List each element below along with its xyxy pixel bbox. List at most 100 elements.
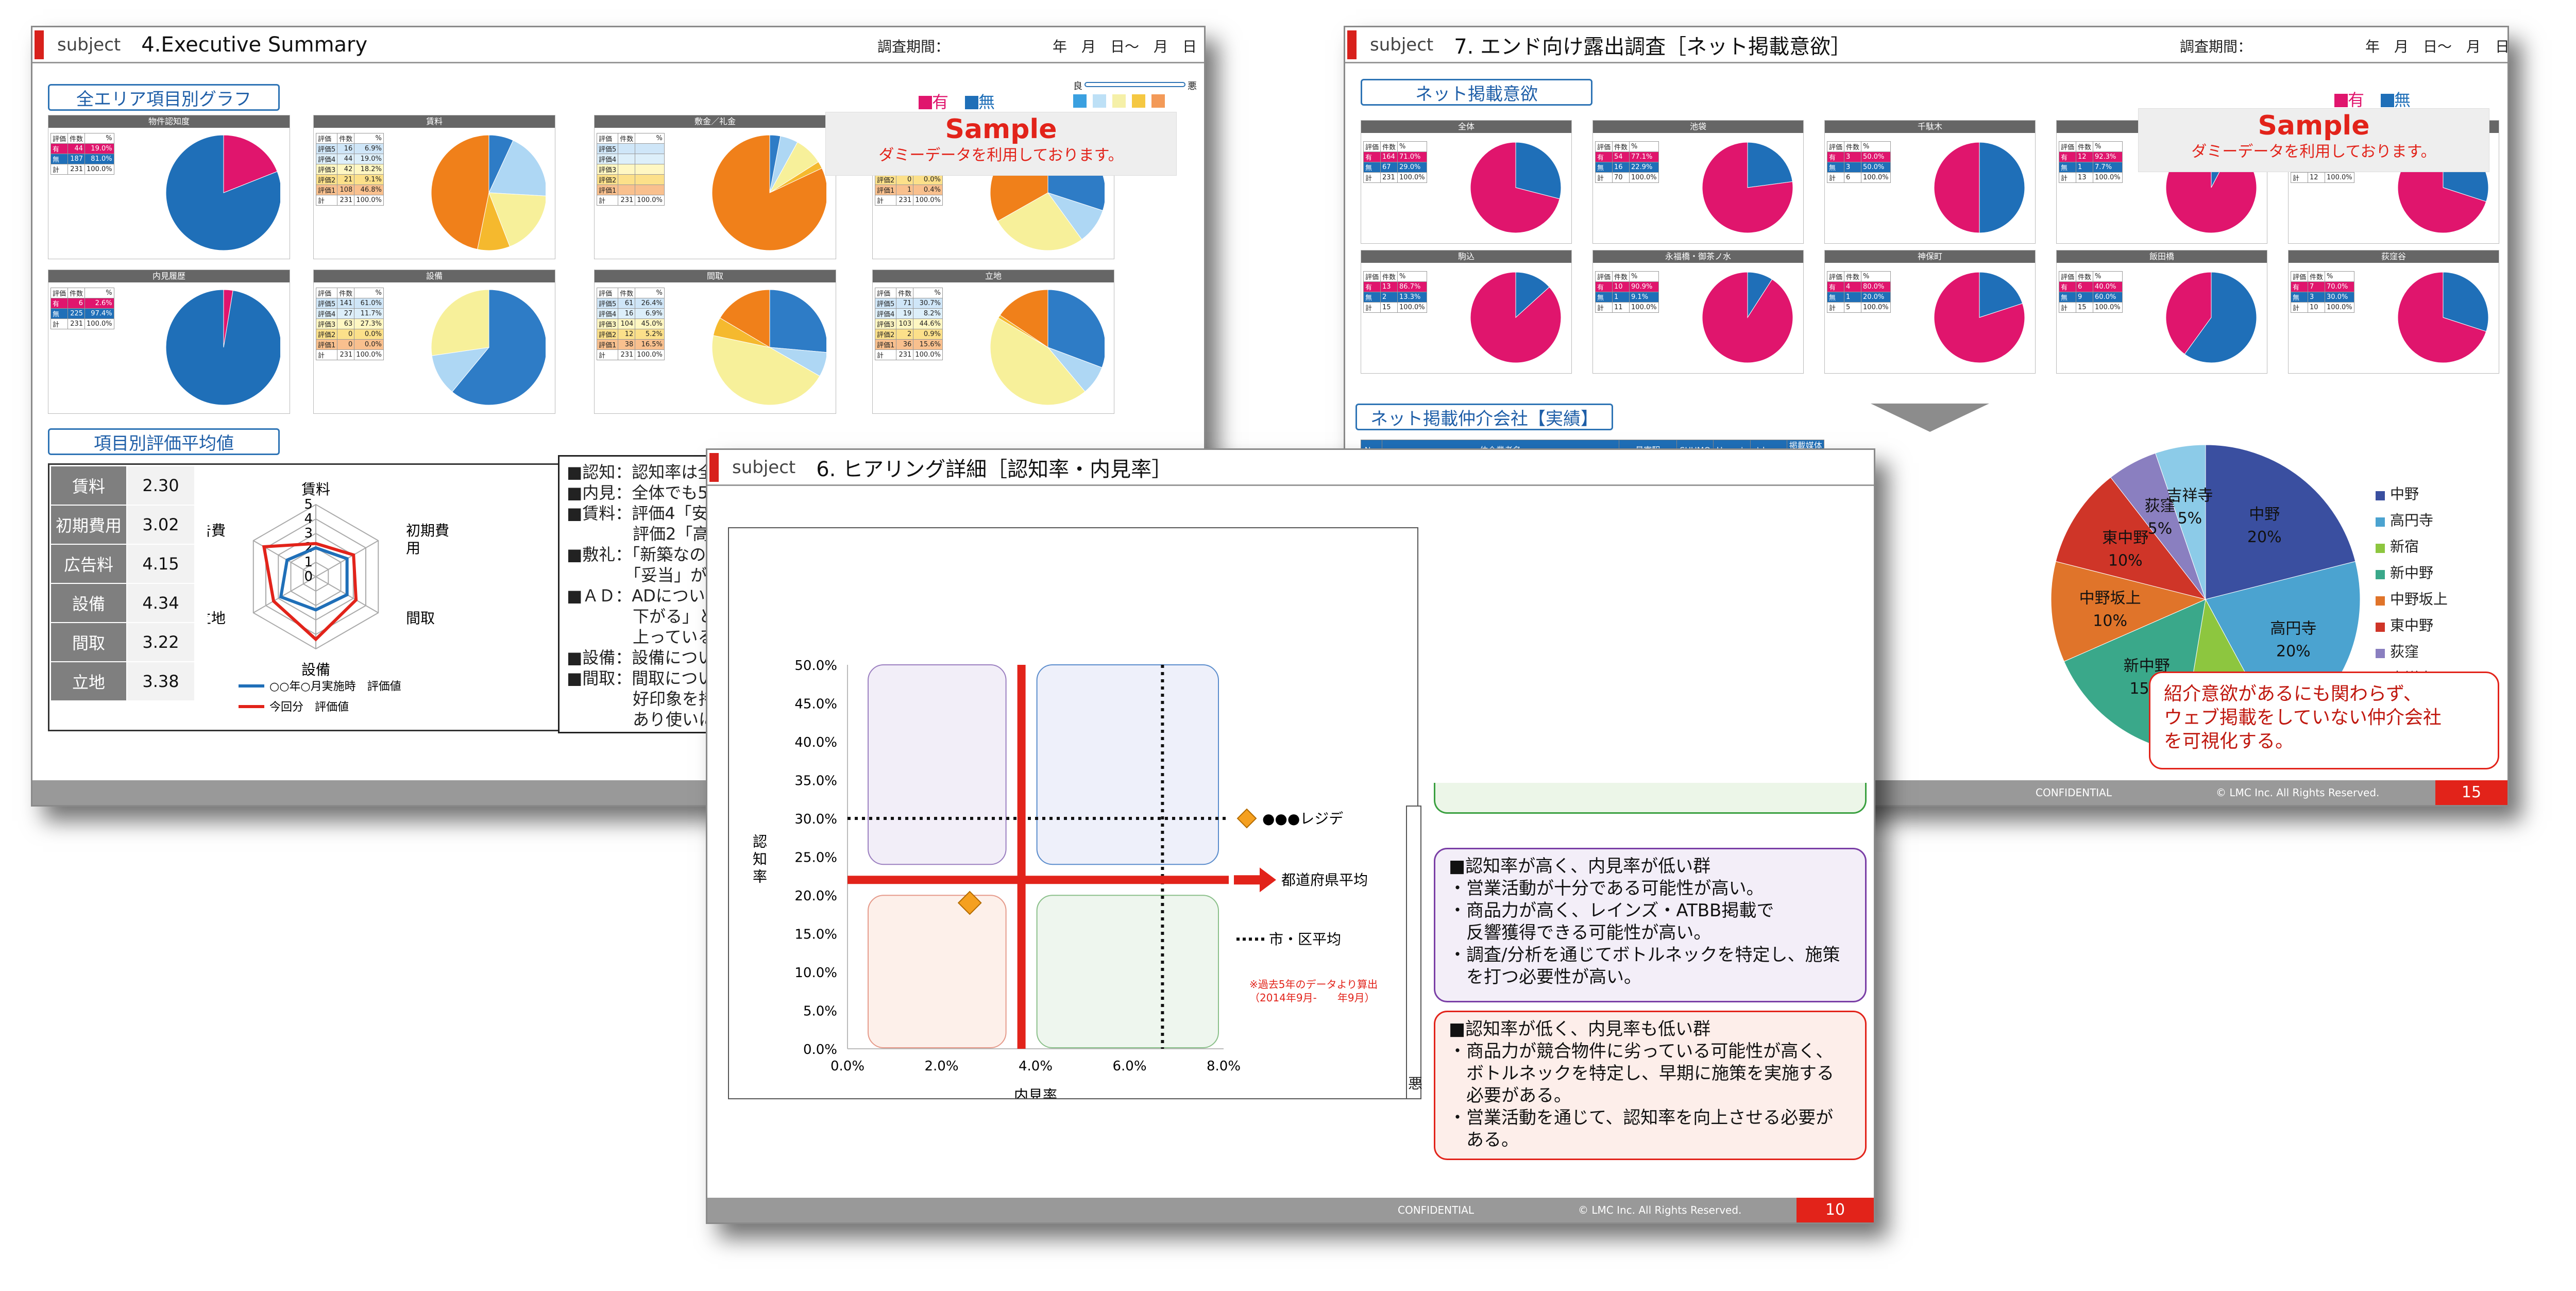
panel-cell: 2 bbox=[896, 329, 914, 340]
panel-pie-slice bbox=[1979, 142, 2025, 233]
panel-cell: 42 bbox=[337, 164, 355, 175]
panel-cell: 90.9% bbox=[1629, 281, 1659, 292]
radar-tick: 3 bbox=[304, 526, 313, 541]
panel-cell: 231 bbox=[67, 318, 86, 329]
panel-cell: 件数 bbox=[2076, 141, 2094, 152]
panel-pie-chart bbox=[711, 135, 826, 251]
panel-cell: 6.9% bbox=[635, 308, 665, 319]
panel-table: 評価 件数% 評価5 71 30.7% 評価4 19 8.2% 評価3 103 44.6% 評価2 2 0… bbox=[874, 288, 943, 360]
panel-pie-chart bbox=[1702, 142, 1793, 233]
panel-cell: 無 bbox=[1595, 292, 1613, 303]
pie-legend-item: 中野 bbox=[2376, 481, 2448, 507]
panel-cell: 評価5 bbox=[315, 298, 338, 309]
panel-cell: 評価 bbox=[1363, 271, 1381, 282]
panel-pie-chart bbox=[1934, 142, 2025, 233]
panel-table: 評価 件数% 有 7 70.0% 無 3 30.0% 計 10 100.0% bbox=[2290, 271, 2354, 313]
y-tick-label: 30.0% bbox=[794, 812, 837, 827]
panel-cell: 16.5% bbox=[635, 339, 665, 350]
y-tick-label: 15.0% bbox=[794, 927, 837, 943]
average-item: 間取 bbox=[50, 622, 127, 662]
radar-chart: 543210賃料初期費用間取設備立地広告費○○年○月実施時 評価値今回分 評価値 bbox=[208, 481, 449, 714]
header-red-mark bbox=[35, 30, 44, 59]
average-value: 3.38 bbox=[126, 661, 195, 701]
area-panel: 設備 評価 件数% 評価5 141 61.0% 評価4 27 11.7% 評価3 63 27.3% 評価… bbox=[313, 270, 555, 414]
quadrant-region bbox=[868, 895, 1007, 1048]
panel-cell: 8.2% bbox=[913, 308, 943, 319]
pie-legend: 中野高円寺新宿新中野中野坂上東中野荻窪吉祥寺 bbox=[2376, 481, 2448, 691]
panel-table: 評価 件数% 有 4 80.0% 無 1 20.0% 計 5 100.0% bbox=[1826, 271, 1891, 313]
slide-hearing-detail: subject 6. ヒアリング詳細［認知率・内見率］ 50.0% 45.0% 40… bbox=[706, 448, 1875, 1224]
panel-cell: 70.0% bbox=[2325, 281, 2354, 292]
panel-cell: 評価 bbox=[1595, 141, 1613, 152]
x-tick-label: 6.0% bbox=[1112, 1059, 1146, 1074]
panel-cell: 有 bbox=[1826, 281, 1845, 292]
panel-cell: 有 bbox=[1363, 152, 1381, 162]
panel-cell: 81.0% bbox=[84, 154, 114, 164]
pie-legend-label: 高円寺 bbox=[2390, 512, 2434, 529]
panel-cell: 12 bbox=[2308, 172, 2326, 183]
panel-cell: 評価2 bbox=[315, 329, 338, 340]
panel-cell: 3 bbox=[2308, 292, 2326, 303]
area-panel: 物件認知度 評価 件数% 有 44 19.0% 無 187 81.0% 計 231 100.0% bbox=[48, 115, 290, 259]
average-item: 立地 bbox=[50, 661, 127, 701]
panel-cell: 評価5 bbox=[596, 143, 619, 154]
panel-table: 評価 件数% 有 3 50.0% 無 3 50.0% 計 6 100.0% bbox=[1826, 141, 1891, 183]
panel-cell: 件数 bbox=[1844, 141, 1862, 152]
panel-cell: 70 bbox=[1612, 172, 1630, 183]
panel-cell: 計 bbox=[315, 349, 338, 360]
panel-cell: 無 bbox=[1595, 162, 1613, 173]
average-row: 賃料 2.30 bbox=[50, 465, 195, 506]
panel-cell: 71 bbox=[896, 298, 914, 309]
panel-cell: 0.0% bbox=[354, 329, 384, 340]
panel-table: 評価 件数% 有 54 77.1% 無 16 22.9% 計 70 100.0% bbox=[1595, 141, 1659, 183]
red-quadrant-box: ■認知率が低く、内見率も低い群 ・商品力が競合物件に劣っている可能性が高く、 ボ… bbox=[1434, 1011, 1867, 1160]
panel-cell: 計 bbox=[1363, 172, 1381, 183]
panel-title: 神保町 bbox=[1825, 250, 2035, 263]
panel-cell: 100.0% bbox=[635, 195, 665, 206]
panel-cell: 54 bbox=[1612, 152, 1630, 162]
y-tick-label: 45.0% bbox=[794, 697, 837, 712]
footer-center: CONFIDENTIAL © LMC Inc. All Rights Reser… bbox=[707, 1198, 1874, 1222]
panel-cell: 61 bbox=[618, 298, 636, 309]
panel-pie-slice bbox=[431, 289, 489, 356]
area-panel: 荻窪谷 評価 件数% 有 7 70.0% 無 3 30.0% 計 10 100.0% bbox=[2288, 250, 2499, 374]
average-value: 4.15 bbox=[126, 544, 195, 584]
panel-title: 千駄木 bbox=[1825, 121, 2035, 133]
panel-cell: 15 bbox=[1380, 302, 1398, 313]
average-row: 初期費用 3.02 bbox=[50, 505, 195, 545]
panel-cell: 件数 bbox=[337, 288, 355, 298]
panel-cell: 30.7% bbox=[913, 298, 943, 309]
panel-cell: 40.0% bbox=[2093, 281, 2123, 292]
pie-legend-label: 中野 bbox=[2390, 485, 2419, 502]
average-item: 広告料 bbox=[50, 544, 127, 584]
panel-cell: 評価3 bbox=[315, 164, 338, 175]
x-axis-label: 内見率 bbox=[1014, 1087, 1057, 1098]
panel-cell: 評価4 bbox=[596, 308, 619, 319]
legend-diamond-icon bbox=[1236, 808, 1257, 829]
panel-cell: 100.0% bbox=[84, 164, 114, 175]
panel-cell: 評価2 bbox=[596, 174, 619, 185]
panel-cell bbox=[618, 164, 636, 175]
panel-table: 評価 件数% 有 6 2.6% 無 225 97.4% 計 231 100.0% bbox=[50, 288, 114, 329]
quadrant-scatter-chart: 50.0% 45.0% 40.0% 35.0% 30.0% 25.0% 20.0% 15.0%… bbox=[753, 658, 1378, 1098]
panel-title: 間取 bbox=[595, 270, 836, 282]
panel-cell: 0.0% bbox=[913, 174, 943, 185]
panel-cell: 評価5 bbox=[874, 298, 897, 309]
panel-cell: 評価 bbox=[1826, 271, 1845, 282]
sample-note: ダミーデータを利用しております。 bbox=[2191, 143, 2436, 161]
panel-cell: 6 bbox=[67, 298, 86, 309]
pie-percent: 10% bbox=[2108, 551, 2143, 569]
panel-cell: 無 bbox=[2290, 292, 2309, 303]
panel-cell: 7.7% bbox=[2093, 162, 2123, 173]
area-panel: 神保町評価 件数% 有 4 80.0% 無 1 20.0% 計 5 100.0% bbox=[1824, 250, 2036, 374]
panel-cell: 19.0% bbox=[84, 143, 114, 154]
period-label: 調査期間： bbox=[877, 38, 950, 55]
panel-pie-chart bbox=[1934, 272, 2025, 363]
panel-cell: 15.6% bbox=[913, 339, 943, 350]
panel-cell: 1 bbox=[896, 185, 914, 195]
panel-cell: 評価3 bbox=[596, 164, 619, 175]
panel-cell: % bbox=[1629, 271, 1659, 282]
panel-cell: 86.7% bbox=[1397, 281, 1427, 292]
panel-cell: 100.0% bbox=[913, 195, 943, 206]
callout-box: 紹介意欲があるにも関わらず、 ウェブ掲載をしていない仲介会社 を可視化する。 bbox=[2149, 672, 2499, 769]
